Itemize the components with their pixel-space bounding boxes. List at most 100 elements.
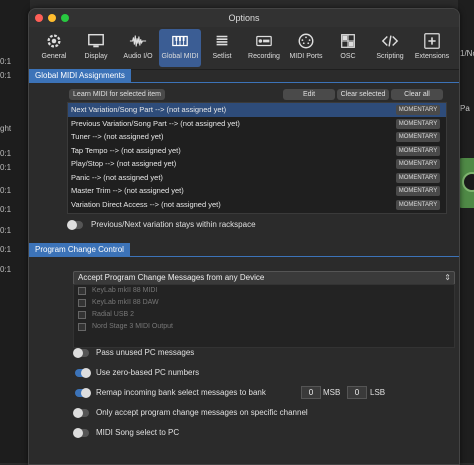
lsb-input[interactable]: 0 [347,386,367,399]
tab-midi-ports[interactable]: MIDI Ports [285,29,327,67]
clear-all-button[interactable]: Clear all [391,89,443,100]
tab-label: Global MIDI [161,53,199,60]
midi-song-select-toggle[interactable] [73,428,89,438]
specific-channel-toggle[interactable] [73,408,89,418]
code-icon [381,35,399,47]
tab-label: General [41,53,67,60]
section-divider [29,82,459,83]
device-checkbox [78,287,86,295]
list-item[interactable]: Tap Tempo --> (not assigned yet) MOMENTAR… [68,144,446,158]
list-item[interactable]: Variation Direct Access --> (not assigne… [68,198,446,212]
tab-scripting[interactable]: Scripting [369,29,411,67]
assignment-label: Master Trim --> (not assigned yet) [71,186,184,195]
bg-text: Pa [460,104,470,113]
bg-text: 0:1 [0,245,12,254]
pc-device-select-value: Accept Program Change Messages from any … [78,273,265,282]
mode-button[interactable]: MOMENTARY [396,186,440,196]
midi-assignment-list: Next Variation/Song Part --> (not assign… [67,102,447,214]
bg-text: 0:1 [0,57,12,66]
remap-bank-label: Remap incoming bank select messages to b… [96,388,266,397]
mode-button[interactable]: MOMENTARY [396,159,440,169]
bg-text: 0:1 [0,265,12,274]
program-change-header: Program Change Control [29,243,130,256]
mode-button[interactable]: MOMENTARY [396,118,440,129]
list-item[interactable]: Play/Stop --> (not assigned yet) MOMENTAR… [68,157,446,171]
bg-text: 0:1 [0,205,12,214]
mode-button[interactable]: MOMENTARY [396,172,440,183]
remap-bank-toggle[interactable] [75,388,91,398]
tab-label: OSC [340,53,356,60]
list-item[interactable]: Panic --> (not assigned yet) MOMENTARY [68,171,446,185]
assignment-label: Play/Stop --> (not assigned yet) [71,159,177,168]
learn-midi-button[interactable]: Learn MIDI for selected item [69,89,165,100]
midi-port-icon [298,33,314,49]
mode-button[interactable]: MOMENTARY [396,105,440,115]
bg-text: 0:1 [0,71,12,80]
grid-icon [341,34,355,48]
device-checkbox [78,323,86,331]
options-toolbar: General Display Audio I/O Global MIDI Se… [29,27,459,70]
gear-icon [47,34,61,48]
tab-label: MIDI Ports [289,53,323,60]
lsb-label: LSB [370,388,386,397]
device-label: KeyLab mkII 88 DAW [92,299,159,306]
rackspace-wrap-label: Previous/Next variation stays within rac… [91,220,256,229]
tab-label: Audio I/O [123,53,153,60]
assignment-label: Previous Variation/Song Part --> (not as… [71,118,240,128]
tab-osc[interactable]: OSC [327,29,369,67]
list-item[interactable]: Next Variation/Song Part --> (not assign… [68,103,446,117]
tab-general[interactable]: General [33,29,75,67]
list-item: Radial USB 2 [74,309,454,321]
tab-recording[interactable]: Recording [243,29,285,67]
tab-label: Setlist [212,53,232,60]
assignment-label: Tuner --> (not assigned yet) [71,132,164,141]
background-left-panel: 0:1 0:1 ght 0:1 0:1 0:1 0:1 0:1 0:1 0:1 [0,0,30,463]
list-item[interactable]: Previous Variation/Song Part --> (not as… [68,117,446,131]
list-item: KeyLab mkII 88 DAW [74,297,454,309]
bg-text: 0:1 [0,226,12,235]
edit-button[interactable]: Edit [283,89,335,100]
window-title: Options [228,13,260,23]
zero-based-pc-toggle[interactable] [75,368,91,378]
tab-audio-io[interactable]: Audio I/O [117,29,159,67]
bg-text: 0:1 [0,186,12,195]
tab-setlist[interactable]: Setlist [201,29,243,67]
device-checkbox [78,299,86,307]
rackspace-wrap-toggle[interactable] [67,220,83,230]
tab-label: Recording [248,53,280,60]
pass-unused-pc-label: Pass unused PC messages [96,348,195,357]
tab-label: Display [84,53,108,60]
midi-song-select-label: MIDI Song select to PC [96,428,180,437]
tab-extensions[interactable]: Extensions [411,29,453,67]
assignment-label: Next Variation/Song Part --> (not assign… [71,105,227,114]
pc-device-select[interactable]: Accept Program Change Messages from any … [73,271,455,285]
waveform-icon [129,35,147,47]
pass-unused-pc-toggle[interactable] [73,348,89,358]
list-item[interactable]: Tuner --> (not assigned yet) MOMENTARY [68,130,446,144]
tab-global-midi[interactable]: Global MIDI [159,29,201,67]
tab-display[interactable]: Display [75,29,117,67]
msb-input[interactable]: 0 [301,386,321,399]
list-item: KeyLab mkII 88 MIDI [74,285,454,297]
assignment-label: Tap Tempo --> (not assigned yet) [71,145,181,155]
bg-text: 0:1 [0,149,12,158]
background-right-panel: 1/Noi Pa [458,0,474,463]
list-item[interactable]: Master Trim --> (not assigned yet) MOMENT… [68,184,446,198]
monitor-icon [88,33,104,48]
global-midi-header: Global MIDI Assignments [29,69,131,82]
tab-label: Extensions [414,53,450,60]
device-label: KeyLab mkII 88 MIDI [92,287,158,294]
bg-text: 0:1 [0,163,12,172]
mode-button[interactable]: MOMENTARY [396,132,440,142]
device-label: Nord Stage 3 MIDI Output [92,323,173,330]
list-icon [216,35,228,46]
msb-label: MSB [323,388,341,397]
bg-text: 1/Noi [460,49,474,58]
clear-selected-button[interactable]: Clear selected [337,89,389,100]
zero-based-pc-label: Use zero-based PC numbers [96,368,200,377]
mode-button[interactable]: MOMENTARY [396,199,440,210]
mode-button[interactable]: MOMENTARY [396,145,440,156]
device-checkbox [78,311,86,319]
device-label: Radial USB 2 [92,311,135,318]
options-window: Options General Display Audio I/O Global… [28,8,460,465]
